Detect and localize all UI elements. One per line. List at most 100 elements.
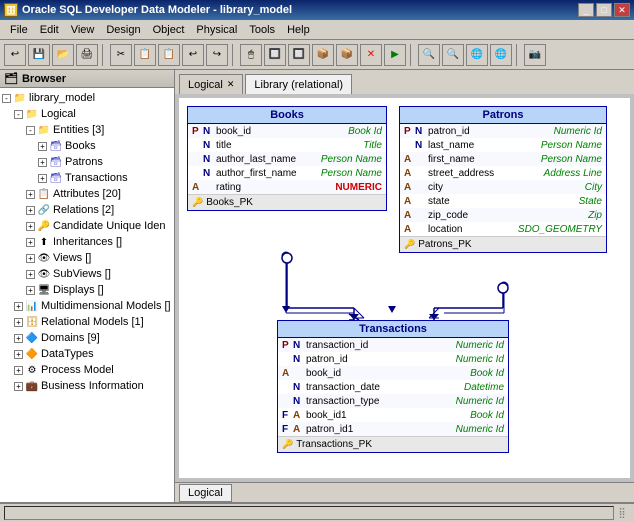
tree-item-library-model[interactable]: - 📁 library_model [2,90,172,106]
tree-label-entities: Entities [3] [53,124,104,136]
tb-redo[interactable]: ↪ [206,44,228,66]
tb-save[interactable]: 💾 [28,44,50,66]
tree-item-process[interactable]: + ⚙ Process Model [2,362,172,378]
tree-toggle-entities[interactable]: - [26,126,35,135]
close-button[interactable]: ✕ [614,3,630,17]
tb-select[interactable]: 🖱 [240,44,262,66]
tree-item-logical[interactable]: - 📁 Logical [2,106,172,122]
tb-run[interactable]: ▶ [384,44,406,66]
tb-open[interactable]: 📂 [52,44,74,66]
tree-toggle-patrons[interactable]: + [38,158,47,167]
inheritances-icon: ⬆ [37,235,51,249]
tb-back[interactable]: ↩ [4,44,26,66]
menu-tools[interactable]: Tools [243,22,281,38]
entity-books[interactable]: Books P N book_id Book Id N title Title [187,106,387,211]
tree-item-inheritances[interactable]: + ⬆ Inheritances [] [2,234,172,250]
tree-item-attributes[interactable]: + 📋 Attributes [20] [2,186,172,202]
entity-transactions[interactable]: Transactions P N transaction_id Numeric … [277,320,509,453]
tb-delete[interactable]: ✕ [360,44,382,66]
tree-item-multidim[interactable]: + 📊 Multidimensional Models [] [2,298,172,314]
tb-camera[interactable]: 📷 [524,44,546,66]
entity-tx-row-bookid: A book_id Book Id [278,366,508,380]
tree-toggle-process[interactable]: + [14,366,23,375]
canvas-area[interactable]: Books P N book_id Book Id N title Title [175,94,634,482]
tree-item-views[interactable]: + 👁 Views [] [2,250,172,266]
tab-bar: Logical ✕ Library (relational) [175,70,634,94]
tb-copy[interactable]: 📋 [134,44,156,66]
tree-container[interactable]: - 📁 library_model - 📁 Logical - 📁 Entiti… [0,88,174,502]
tree-toggle-inheritances[interactable]: + [26,238,35,247]
tree-toggle-books[interactable]: + [38,142,47,151]
menu-file[interactable]: File [4,22,34,38]
menu-help[interactable]: Help [281,22,316,38]
tb-zoom-out[interactable]: 🔍 [442,44,464,66]
tree-item-relational[interactable]: + 🗄 Relational Models [1] [2,314,172,330]
tree-toggle-business[interactable]: + [14,382,23,391]
status-bar: ⣿ [0,502,634,522]
tree-item-entities[interactable]: - 📁 Entities [3] [2,122,172,138]
tb-undo[interactable]: ↩ [182,44,204,66]
tree-item-datatypes[interactable]: + 🔶 DataTypes [2,346,172,362]
tb-box1[interactable]: 🔲 [264,44,286,66]
tb-entity2[interactable]: 📦 [336,44,358,66]
tree-toggle-transactions[interactable]: + [38,174,47,183]
candidate-icon: 🔑 [37,219,51,233]
bottom-tab-logical[interactable]: Logical [179,484,232,502]
right-panel: Logical ✕ Library (relational) [175,70,634,502]
tree-toggle-relations[interactable]: + [26,206,35,215]
datatypes-icon: 🔶 [25,347,39,361]
field-dt-patronlast: Person Name [541,140,602,151]
tb-zoom-in[interactable]: 🔍 [418,44,440,66]
menu-physical[interactable]: Physical [190,22,243,38]
tree-toggle-logical[interactable]: - [14,110,23,119]
tree-item-relations[interactable]: + 🔗 Relations [2] [2,202,172,218]
pk-label-books: Books_PK [206,197,253,208]
tree-toggle-subviews[interactable]: + [26,270,35,279]
field-dt-tx-patronid: Numeric Id [456,354,504,365]
tree-item-business[interactable]: + 💼 Business Information [2,378,172,394]
app-icon: 🗄 [4,3,18,17]
tb-fit1[interactable]: 🌐 [466,44,488,66]
tab-logical[interactable]: Logical ✕ [179,74,243,94]
tree-toggle-domains[interactable]: + [14,334,23,343]
menu-view[interactable]: View [65,22,101,38]
tree-item-candidate[interactable]: + 🔑 Candidate Unique Iden [2,218,172,234]
field-flag-a: A [192,182,200,193]
tree-toggle-multidim[interactable]: + [14,302,23,311]
tb-entity1[interactable]: 📦 [312,44,334,66]
tree-label-books: Books [65,140,96,152]
tree-item-domains[interactable]: + 🔷 Domains [9] [2,330,172,346]
maximize-button[interactable]: □ [596,3,612,17]
tree-item-subviews[interactable]: + 👁 SubViews [] [2,266,172,282]
tree-item-patrons[interactable]: + 🗃 Patrons [2,154,172,170]
tree-toggle-candidate[interactable]: + [26,222,35,231]
tree-item-transactions[interactable]: + 🗃 Transactions [2,170,172,186]
menu-object[interactable]: Object [147,22,191,38]
window-controls[interactable]: _ □ ✕ [578,3,630,17]
tb-sep4 [516,44,520,66]
tree-toggle-datatypes[interactable]: + [14,350,23,359]
field-type-n-tx4: N [293,396,303,407]
tree-toggle-relational[interactable]: + [14,318,23,327]
entity-books-row-firstname: N author_first_name Person Name [188,166,386,180]
tb-paste[interactable]: 📋 [158,44,180,66]
tab-logical-close[interactable]: ✕ [227,79,235,90]
tree-toggle-displays[interactable]: + [26,286,35,295]
tree-item-displays[interactable]: + 🖥 Displays [] [2,282,172,298]
tree-toggle-root[interactable]: - [2,94,11,103]
tb-print[interactable]: 🖨 [76,44,98,66]
tree-toggle-attributes[interactable]: + [26,190,35,199]
field-flag-f-tx: F [282,410,290,421]
tree-item-books[interactable]: + 🗃 Books [2,138,172,154]
minimize-button[interactable]: _ [578,3,594,17]
menu-design[interactable]: Design [100,22,146,38]
menu-edit[interactable]: Edit [34,22,65,38]
tb-fit2[interactable]: 🌐 [490,44,512,66]
views-icon: 👁 [37,251,51,265]
entity-patrons[interactable]: Patrons P N patron_id Numeric Id N last_… [399,106,607,253]
tb-cut[interactable]: ✂ [110,44,132,66]
tb-box2[interactable]: 🔲 [288,44,310,66]
entity-patrons-row-city: A city City [400,180,606,194]
tab-library-relational[interactable]: Library (relational) [245,74,352,94]
tree-toggle-views[interactable]: + [26,254,35,263]
